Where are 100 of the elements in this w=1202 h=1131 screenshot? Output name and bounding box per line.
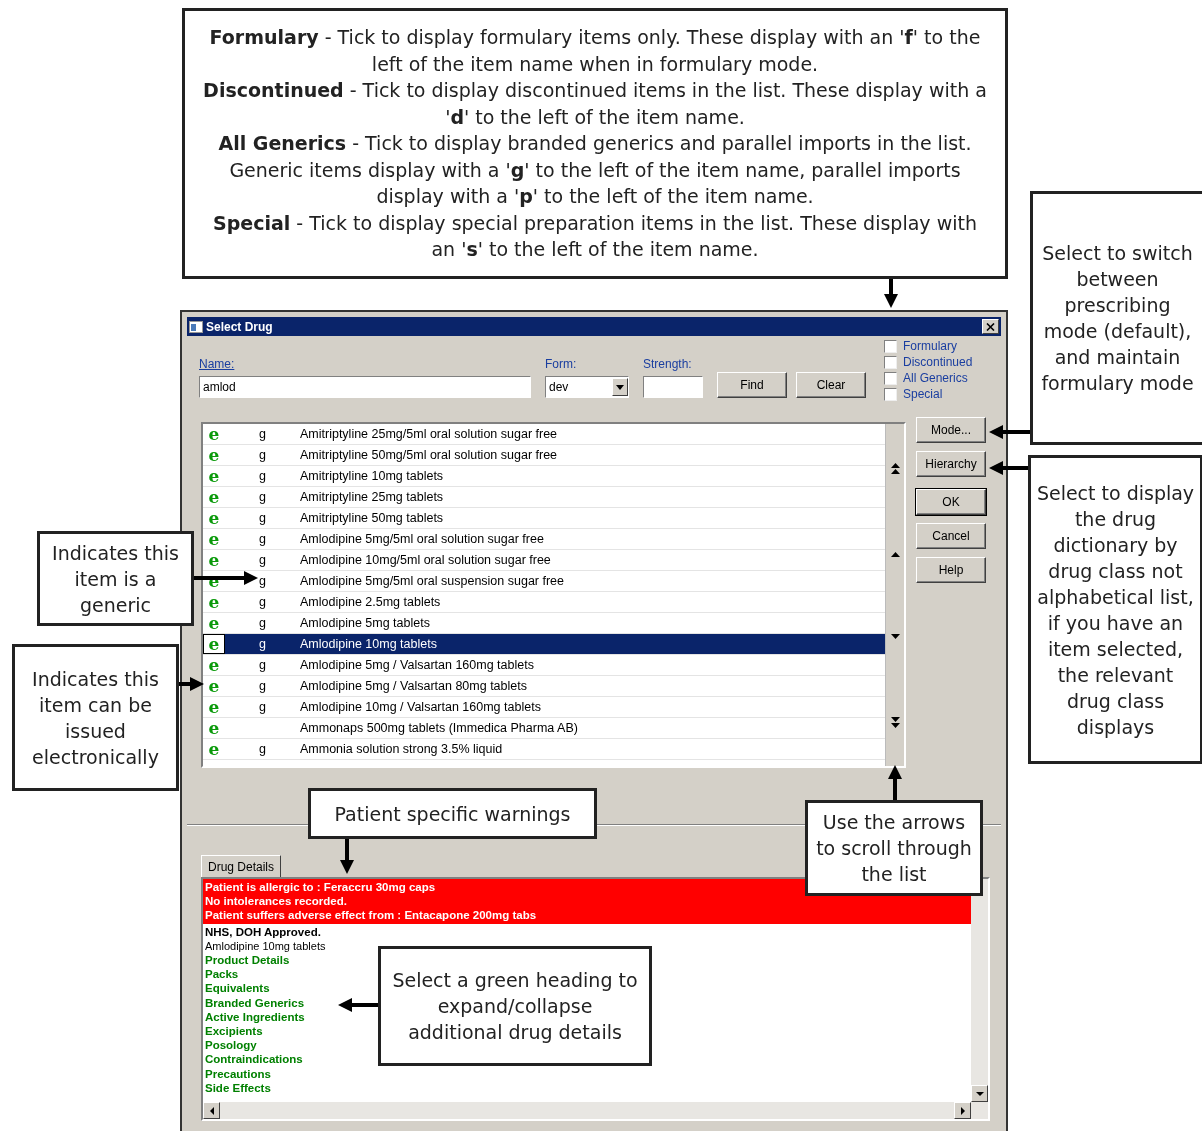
detail-heading[interactable]: Active Ingredients [205, 1009, 305, 1025]
drug-name: Ammonia solution strong 3.5% liquid [300, 740, 503, 758]
dropdown-arrow-icon [616, 384, 624, 390]
generic-mark: g [259, 741, 266, 756]
generic-mark: g [259, 699, 266, 714]
details-tab[interactable]: Drug Details [201, 855, 282, 877]
generic-mark: g [259, 468, 266, 483]
drug-row[interactable]: e g Amlodipine 10mg / Valsartan 160mg tablets [203, 697, 885, 718]
drug-row[interactable]: e g Amitriptyline 50mg tablets [203, 508, 885, 529]
dialog-button[interactable]: OK [916, 489, 986, 515]
callout-arrow [179, 677, 204, 691]
warning-text: Patient suffers adverse effect from : Entacapone 200mg tabs [205, 908, 538, 923]
scrollbar[interactable] [885, 424, 904, 766]
drug-name: Amitriptyline 50mg/5ml oral solution sugar free [300, 446, 558, 464]
dialog-button[interactable]: Cancel [916, 523, 986, 549]
drug-name: Amlodipine 10mg/5ml oral solution sugar free [300, 551, 551, 569]
detail-heading[interactable]: Branded Generics [205, 995, 305, 1010]
dialog-button[interactable]: Clear [796, 372, 866, 398]
drug-name: Amlodipine 5mg/5ml oral solution sugar free [300, 530, 544, 548]
dialog-button[interactable]: Help [916, 557, 986, 583]
drug-row[interactable]: e Ammonaps 500mg tablets (Immedica Pharma AB) [203, 718, 885, 739]
callout-arrow [884, 279, 898, 308]
dialog-button[interactable]: Hierarchy [916, 451, 986, 477]
drug-row[interactable]: e g Amitriptyline 50mg/5ml oral solution sugar free [203, 445, 885, 466]
generic-mark: g [259, 615, 266, 630]
form-dropdown[interactable]: dev [545, 376, 629, 398]
scroll-top-icon[interactable] [890, 462, 900, 475]
close-button[interactable] [982, 319, 999, 334]
checkbox-label: Formulary [903, 338, 957, 355]
checkbox-label: Special [903, 386, 943, 403]
electronic-mark: e [207, 739, 221, 759]
drug-row[interactable]: e g Amlodipine 5mg / Valsartan 160mg tablets [203, 655, 885, 676]
strength-field[interactable] [643, 376, 703, 398]
callout-box: Patient specific warnings [308, 788, 597, 839]
scroll-down-icon[interactable] [890, 633, 900, 639]
drug-name: Amitriptyline 10mg tablets [300, 467, 444, 485]
electronic-mark: e [207, 529, 221, 549]
electronic-mark: e [207, 508, 221, 528]
callout-arrow [989, 461, 1028, 475]
drug-row[interactable]: e g Amitriptyline 10mg tablets [203, 466, 885, 487]
drug-name: Amlodipine 5mg/5ml oral suspension sugar free [300, 572, 565, 590]
drug-row[interactable]: e g Amlodipine 10mg/5ml oral solution sugar free [203, 550, 885, 571]
callout-text: All Generics - Tick to display branded generics and parallel imports in the list. Generic items display with a 'g' to the left of the item name, parallel imports display with a 'p' to the left of the item name. [217, 131, 973, 210]
detail-heading[interactable]: Packs [205, 967, 239, 982]
checkbox[interactable] [884, 387, 897, 401]
electronic-mark: e [207, 424, 221, 444]
detail-heading[interactable]: Equivalents [205, 981, 270, 996]
window-title: Select Drug [206, 318, 274, 336]
drug-row[interactable]: e g Amlodipine 2.5mg tablets [203, 592, 885, 613]
warning-text: No intolerances recorded. [205, 894, 348, 909]
detail-heading[interactable]: Contraindications [205, 1052, 303, 1067]
electronic-mark: e [207, 676, 221, 696]
electronic-mark: e [207, 592, 221, 612]
name-field[interactable]: amlod [199, 376, 531, 398]
detail-heading[interactable]: Excipients [205, 1024, 263, 1039]
scroll-left-icon[interactable] [209, 1106, 214, 1115]
field-label: Form: [545, 356, 578, 373]
generic-mark: g [259, 510, 266, 525]
dialog-button[interactable]: Mode... [916, 417, 986, 443]
drug-name: Amlodipine 5mg / Valsartan 160mg tablets [300, 656, 534, 674]
scroll-bottom-icon[interactable] [890, 715, 900, 728]
drug-row[interactable]: e g Amitriptyline 25mg/5ml oral solution sugar free [203, 424, 885, 445]
drug-row[interactable]: e g Ammonia solution strong 3.5% liquid [203, 739, 885, 760]
drug-name: Amlodipine 5mg tablets [300, 614, 430, 632]
drug-row[interactable]: e g Amlodipine 5mg/5ml oral solution sugar free [203, 529, 885, 550]
drug-name: Amitriptyline 25mg/5ml oral solution sugar free [300, 425, 558, 443]
scroll-right-icon[interactable] [960, 1106, 965, 1115]
drug-name: Amlodipine 10mg tablets [300, 635, 437, 653]
callout-arrow [194, 571, 258, 585]
drug-row[interactable]: e g Amlodipine 5mg / Valsartan 80mg tablets [203, 676, 885, 697]
electronic-mark: e [207, 550, 221, 570]
scroll-up-icon[interactable] [890, 551, 900, 557]
drug-name: Amlodipine 2.5mg tablets [300, 593, 441, 611]
drug-name: Amitriptyline 50mg tablets [300, 509, 444, 527]
checkbox[interactable] [884, 371, 897, 385]
window-icon [189, 320, 203, 333]
electronic-mark: e [207, 697, 221, 717]
detail-heading[interactable]: Precautions [205, 1066, 271, 1081]
detail-heading[interactable]: Side Effects [205, 1080, 271, 1096]
generic-mark: g [259, 657, 266, 672]
callout-text: Special - Tick to display special preparation items in the list. These display with an 's' to the left of the item name. [212, 210, 978, 263]
checkbox[interactable] [884, 339, 897, 353]
callout-box: Select a green heading to expand/collapse additional drug details [378, 946, 652, 1066]
callout-text: Formulary - Tick to display formulary items only. These display with an 'f' to the left of the item name when in formulary mode. [208, 25, 982, 77]
detail-heading[interactable]: Product Details [205, 953, 290, 968]
horizontal-scrollbar[interactable] [203, 1102, 988, 1119]
callout-text: Discontinued - Tick to display discontinued items in the list. These display with a 'd' to the left of the item name. [203, 78, 987, 130]
generic-mark: g [259, 678, 266, 693]
electronic-mark: e [207, 718, 221, 738]
field-label: Name: [199, 356, 236, 373]
detail-heading[interactable]: Posology [205, 1038, 257, 1053]
approval-text: NHS, DOH Approved. [205, 924, 322, 939]
callout-arrow [888, 765, 902, 800]
vertical-scrollbar[interactable] [971, 879, 988, 1102]
dialog-button[interactable]: Find [717, 372, 787, 398]
scroll-down-icon[interactable] [975, 1091, 984, 1096]
checkbox[interactable] [884, 355, 897, 369]
drug-row[interactable]: e g Amitriptyline 25mg tablets [203, 487, 885, 508]
drug-name: Amlodipine 10mg / Valsartan 160mg tablets [300, 698, 541, 716]
drug-name: Amlodipine 5mg / Valsartan 80mg tablets [300, 677, 527, 695]
